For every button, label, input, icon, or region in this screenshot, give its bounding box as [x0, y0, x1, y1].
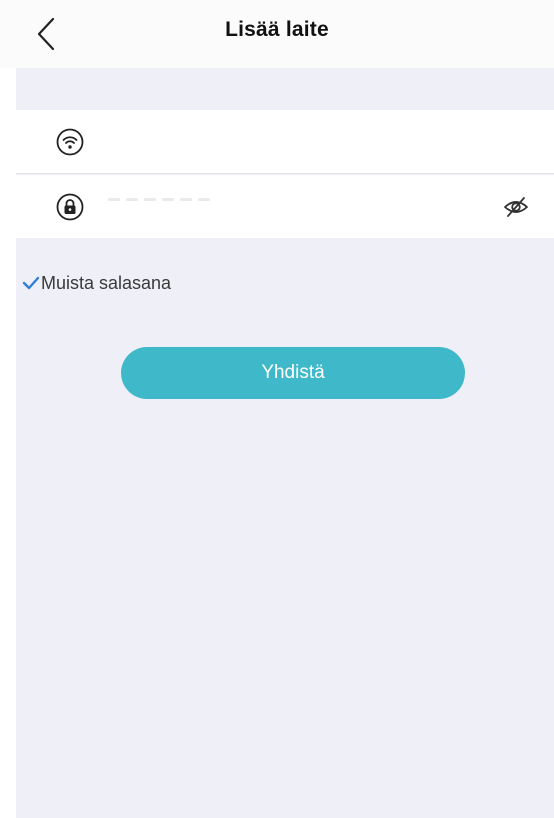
ssid-row	[16, 110, 554, 174]
page-title: Lisää laite	[225, 18, 329, 41]
connect-button[interactable]: Yhdistä	[121, 347, 465, 399]
header-bar: Lisää laite	[0, 0, 554, 68]
password-row	[16, 175, 554, 238]
eye-off-icon	[504, 197, 528, 217]
wifi-icon	[54, 126, 86, 158]
ssid-input[interactable]	[114, 122, 474, 162]
left-margin	[0, 0, 16, 818]
password-visibility-toggle[interactable]	[500, 193, 532, 221]
add-device-screen: Lisää laite Muista salasana Yhdistä	[0, 0, 554, 818]
password-input[interactable]	[114, 187, 474, 227]
lock-icon	[54, 191, 86, 223]
remember-password-checkbox[interactable]: Muista salasana	[22, 270, 171, 296]
checkmark-icon	[22, 274, 40, 292]
remember-password-label: Muista salasana	[41, 272, 172, 293]
password-mask	[108, 194, 218, 204]
